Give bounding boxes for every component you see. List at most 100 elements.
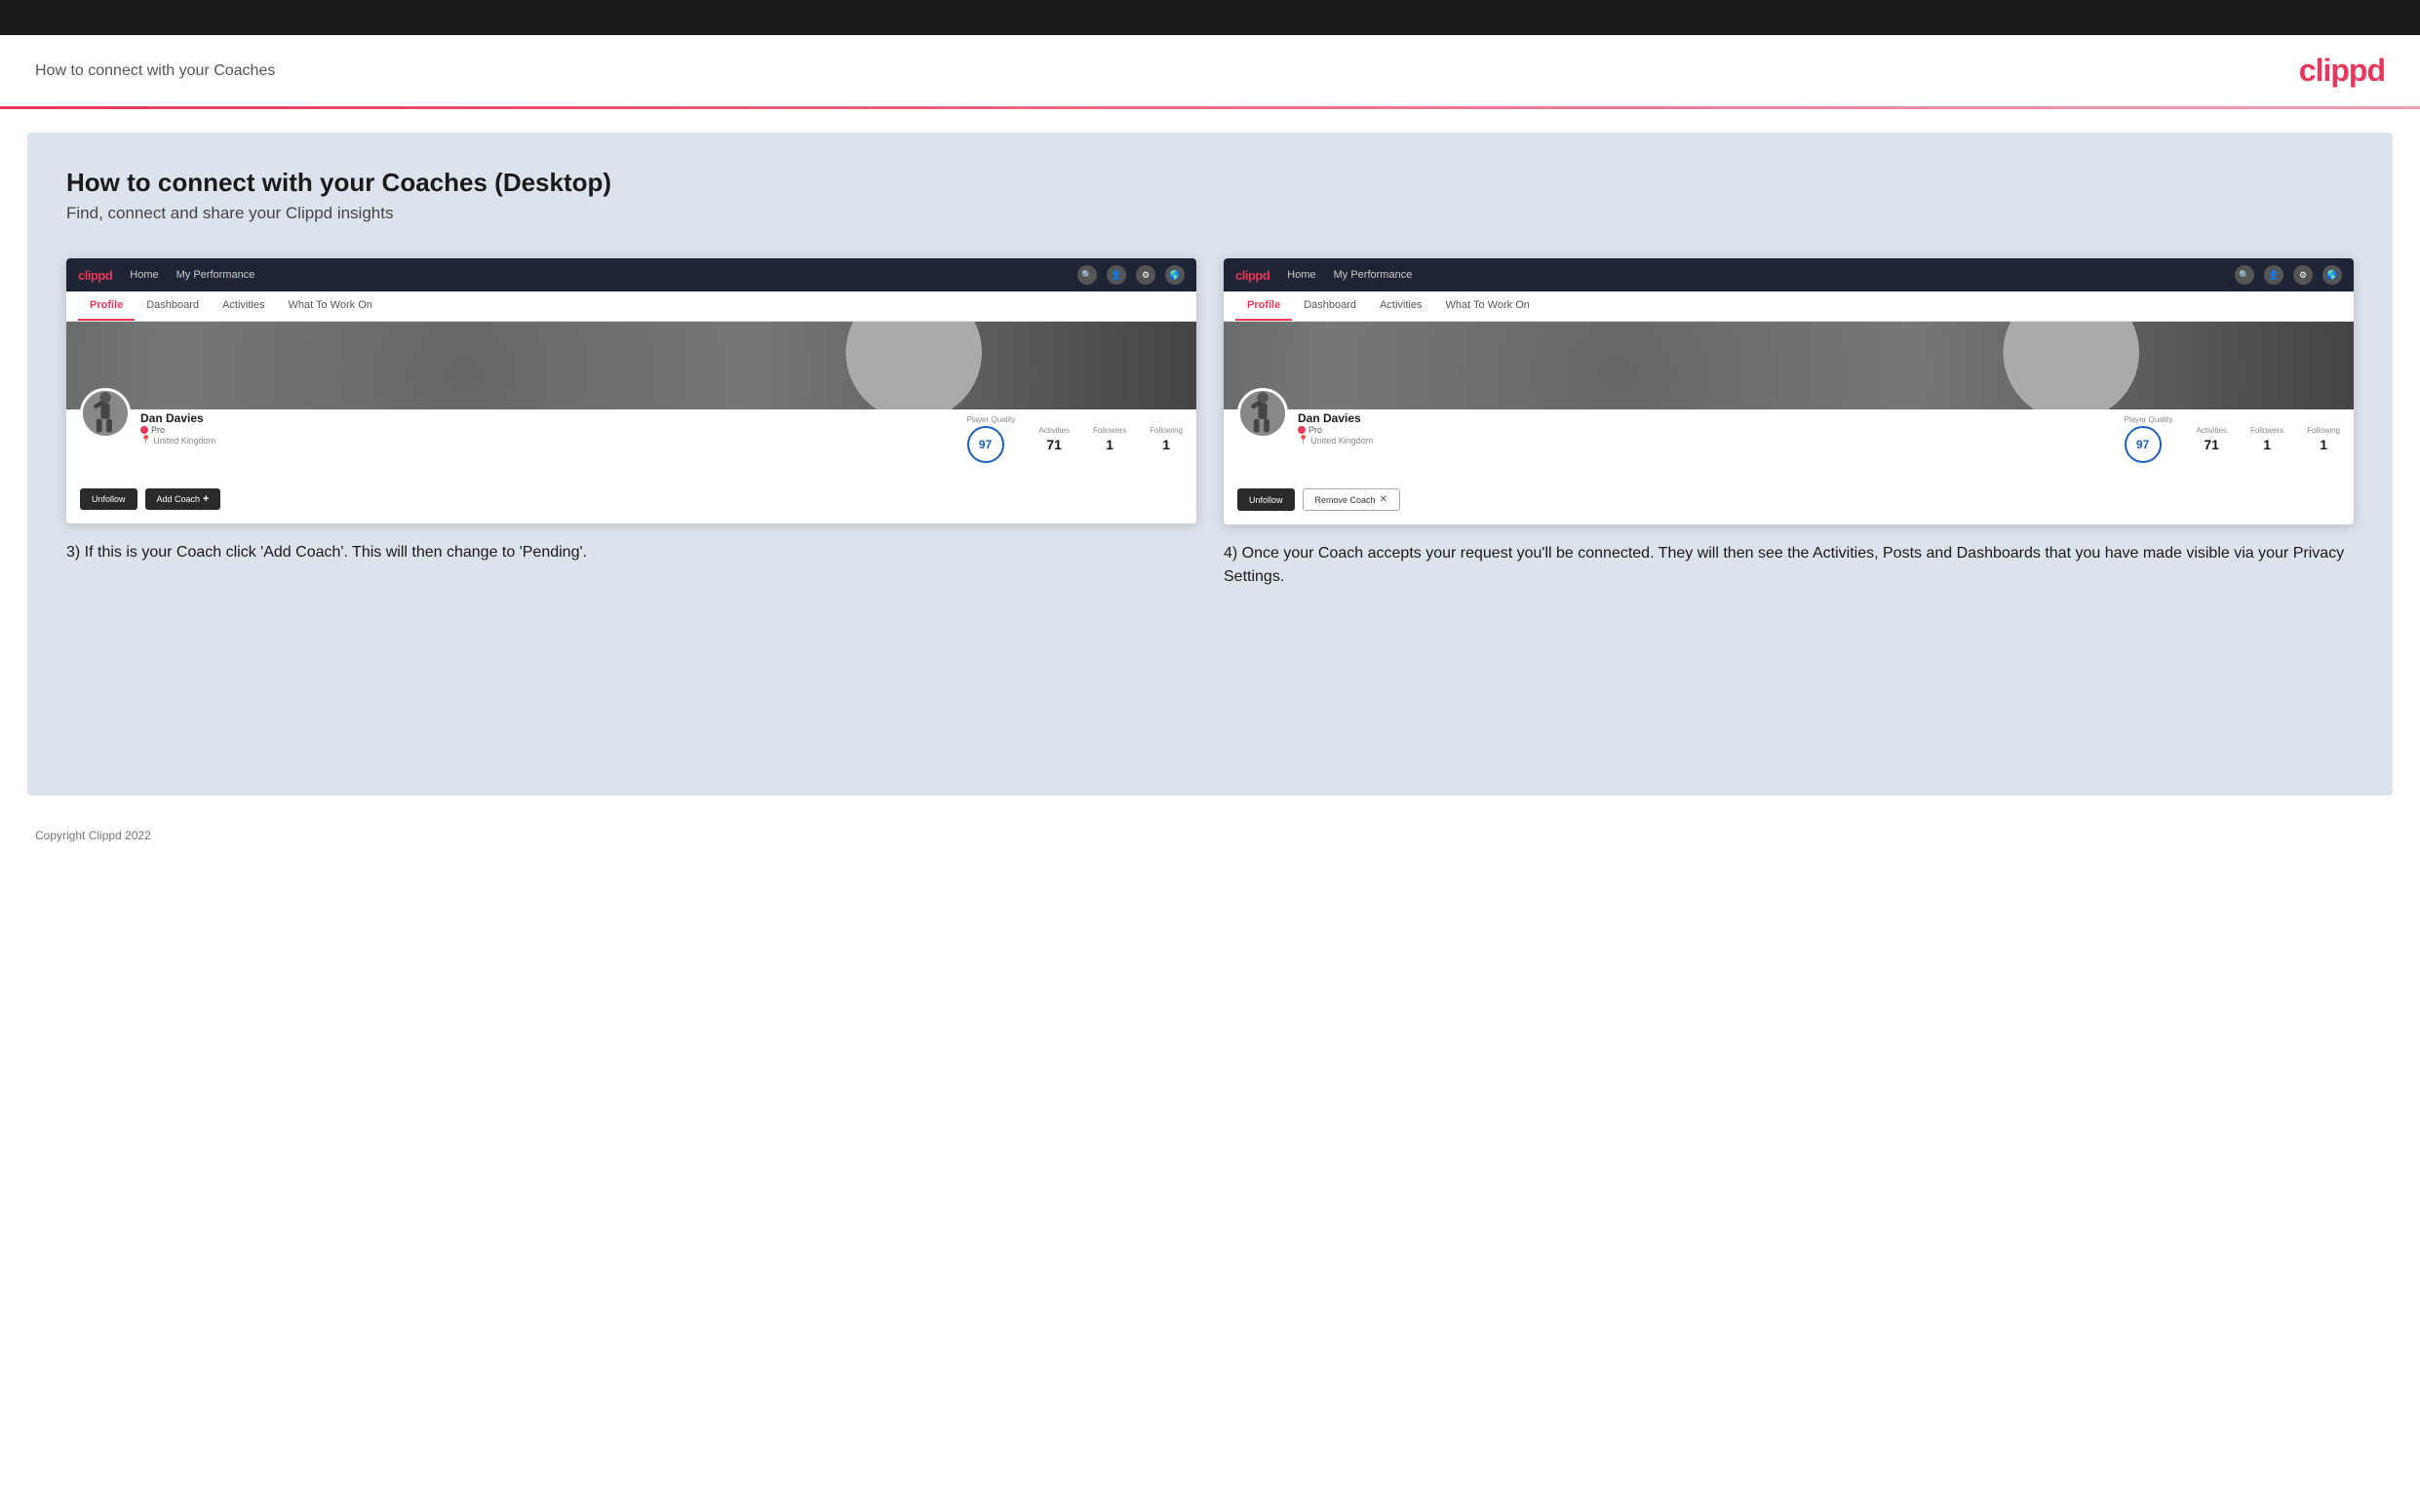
globe-icon-right[interactable]: 🌎 — [2322, 265, 2342, 285]
mock-pro-badge-right: Pro — [1298, 425, 1373, 435]
mock-player-name-right: Dan Davies — [1298, 411, 1373, 425]
quality-circle-right: 97 — [2125, 426, 2162, 463]
following-label-right: Following — [2307, 426, 2340, 435]
footer: Copyright Clippd 2022 — [0, 819, 2420, 852]
mock-profile-section-right: Dan Davies Pro 📍 United Kingdom Player Q… — [1224, 388, 2354, 477]
mock-nav-performance-right: My Performance — [1334, 269, 1413, 281]
mock-pro-badge-left: Pro — [140, 425, 215, 435]
mock-nav-icons-right: 🔍 👤 ⚙ 🌎 — [2235, 265, 2342, 285]
pro-dot-right — [1298, 426, 1306, 434]
add-coach-label-left: Add Coach — [157, 494, 201, 504]
remove-coach-button-right[interactable]: Remove Coach ✕ — [1303, 488, 1400, 511]
mock-profile-info-right: Dan Davies Pro 📍 United Kingdom — [1298, 411, 1373, 446]
main-content: How to connect with your Coaches (Deskto… — [27, 133, 2393, 795]
mock-buttons-right: Unfollow Remove Coach ✕ — [1224, 488, 2354, 524]
mock-profile-section-left: Dan Davies Pro 📍 United Kingdom Player Q… — [66, 388, 1196, 477]
remove-coach-label-right: Remove Coach — [1315, 495, 1376, 505]
mock-stat-activities-left: Activities 71 — [1038, 426, 1070, 452]
mock-tabs-right: Profile Dashboard Activities What To Wor… — [1224, 291, 2354, 322]
mock-location-right: 📍 United Kingdom — [1298, 435, 1373, 446]
mock-nav-right: clippd Home My Performance 🔍 👤 ⚙ 🌎 — [1224, 258, 2354, 291]
remove-x-icon: ✕ — [1380, 494, 1387, 505]
mock-buttons-left: Unfollow Add Coach + — [66, 488, 1196, 523]
person-icon-right[interactable]: 👤 — [2264, 265, 2283, 285]
mock-nav-performance-left: My Performance — [176, 269, 255, 281]
tab-activities-right[interactable]: Activities — [1368, 291, 1433, 321]
tab-whattoworkon-right[interactable]: What To Work On — [1433, 291, 1541, 321]
screenshots-row: clippd Home My Performance 🔍 👤 ⚙ 🌎 Profi… — [66, 258, 2354, 589]
settings-icon-right[interactable]: ⚙ — [2293, 265, 2313, 285]
quality-value-right: 97 — [2136, 438, 2149, 451]
followers-label-right: Followers — [2250, 426, 2283, 435]
caption-left: 3) If this is your Coach click 'Add Coac… — [66, 541, 1196, 564]
search-icon-right[interactable]: 🔍 — [2235, 265, 2254, 285]
person-icon[interactable]: 👤 — [1107, 265, 1126, 285]
settings-icon[interactable]: ⚙ — [1136, 265, 1155, 285]
search-icon[interactable]: 🔍 — [1077, 265, 1097, 285]
location-pin-icon-left: 📍 — [140, 435, 151, 446]
followers-value-left: 1 — [1093, 437, 1126, 452]
copyright-text: Copyright Clippd 2022 — [35, 829, 151, 842]
followers-value-right: 1 — [2250, 437, 2283, 452]
mock-stat-quality-right: Player Quality 97 — [2125, 415, 2173, 463]
activities-label-right: Activities — [2196, 426, 2227, 435]
location-text-right: United Kingdom — [1310, 436, 1373, 446]
mock-location-left: 📍 United Kingdom — [140, 435, 215, 446]
quality-circle-left: 97 — [967, 426, 1004, 463]
mock-profile-info-left: Dan Davies Pro 📍 United Kingdom — [140, 411, 215, 446]
location-pin-icon-right: 📍 — [1298, 435, 1308, 446]
caption-right: 4) Once your Coach accepts your request … — [1224, 542, 2354, 589]
mock-nav-left: clippd Home My Performance 🔍 👤 ⚙ 🌎 — [66, 258, 1196, 291]
add-coach-button-left[interactable]: Add Coach + — [145, 488, 221, 510]
mock-stat-quality-left: Player Quality 97 — [967, 415, 1016, 463]
quality-label-right: Player Quality — [2125, 415, 2173, 424]
pro-dot-left — [140, 426, 148, 434]
globe-icon[interactable]: 🌎 — [1165, 265, 1185, 285]
mock-stats-right: Player Quality 97 Activities 71 Follower… — [2125, 415, 2340, 463]
quality-value-left: 97 — [979, 438, 992, 451]
tab-activities-left[interactable]: Activities — [211, 291, 276, 321]
logo: clippd — [2299, 53, 2385, 89]
tab-dashboard-left[interactable]: Dashboard — [135, 291, 211, 321]
screenshot-col-right: clippd Home My Performance 🔍 👤 ⚙ 🌎 Profi… — [1224, 258, 2354, 589]
tab-profile-right[interactable]: Profile — [1235, 291, 1292, 321]
main-subtitle: Find, connect and share your Clippd insi… — [66, 204, 2354, 223]
mock-player-name-left: Dan Davies — [140, 411, 215, 425]
mock-stat-followers-left: Followers 1 — [1093, 426, 1126, 452]
mock-avatar-right — [1237, 388, 1288, 439]
mock-stat-followers-right: Followers 1 — [2250, 426, 2283, 452]
activities-label-left: Activities — [1038, 426, 1070, 435]
mock-logo-right: clippd — [1235, 268, 1269, 283]
main-title: How to connect with your Coaches (Deskto… — [66, 168, 2354, 198]
plus-icon-left: + — [203, 493, 209, 505]
following-value-left: 1 — [1150, 437, 1183, 452]
mock-stat-following-right: Following 1 — [2307, 426, 2340, 452]
header-title: How to connect with your Coaches — [35, 62, 275, 80]
tab-profile-left[interactable]: Profile — [78, 291, 135, 321]
unfollow-button-right[interactable]: Unfollow — [1237, 488, 1295, 511]
golfer-silhouette-right — [1240, 391, 1285, 436]
mock-nav-home-right: Home — [1287, 269, 1315, 281]
followers-label-left: Followers — [1093, 426, 1126, 435]
location-text-left: United Kingdom — [153, 436, 215, 446]
mock-logo-left: clippd — [78, 268, 112, 283]
activities-value-right: 71 — [2196, 437, 2227, 452]
header: How to connect with your Coaches clippd — [0, 35, 2420, 106]
mock-nav-home-left: Home — [130, 269, 158, 281]
golfer-silhouette-left — [83, 391, 128, 436]
screenshot-col-left: clippd Home My Performance 🔍 👤 ⚙ 🌎 Profi… — [66, 258, 1196, 589]
activities-value-left: 71 — [1038, 437, 1070, 452]
unfollow-button-left[interactable]: Unfollow — [80, 488, 137, 510]
mock-stats-left: Player Quality 97 Activities 71 Follower… — [967, 415, 1183, 463]
tab-dashboard-right[interactable]: Dashboard — [1292, 291, 1368, 321]
top-bar — [0, 0, 2420, 35]
mock-stat-activities-right: Activities 71 — [2196, 426, 2227, 452]
mock-pro-label-left: Pro — [151, 425, 165, 435]
mock-browser-left: clippd Home My Performance 🔍 👤 ⚙ 🌎 Profi… — [66, 258, 1196, 523]
following-label-left: Following — [1150, 426, 1183, 435]
following-value-right: 1 — [2307, 437, 2340, 452]
tab-whattoworkon-left[interactable]: What To Work On — [276, 291, 383, 321]
mock-avatar-left — [80, 388, 131, 439]
header-divider — [0, 106, 2420, 109]
quality-label-left: Player Quality — [967, 415, 1016, 424]
